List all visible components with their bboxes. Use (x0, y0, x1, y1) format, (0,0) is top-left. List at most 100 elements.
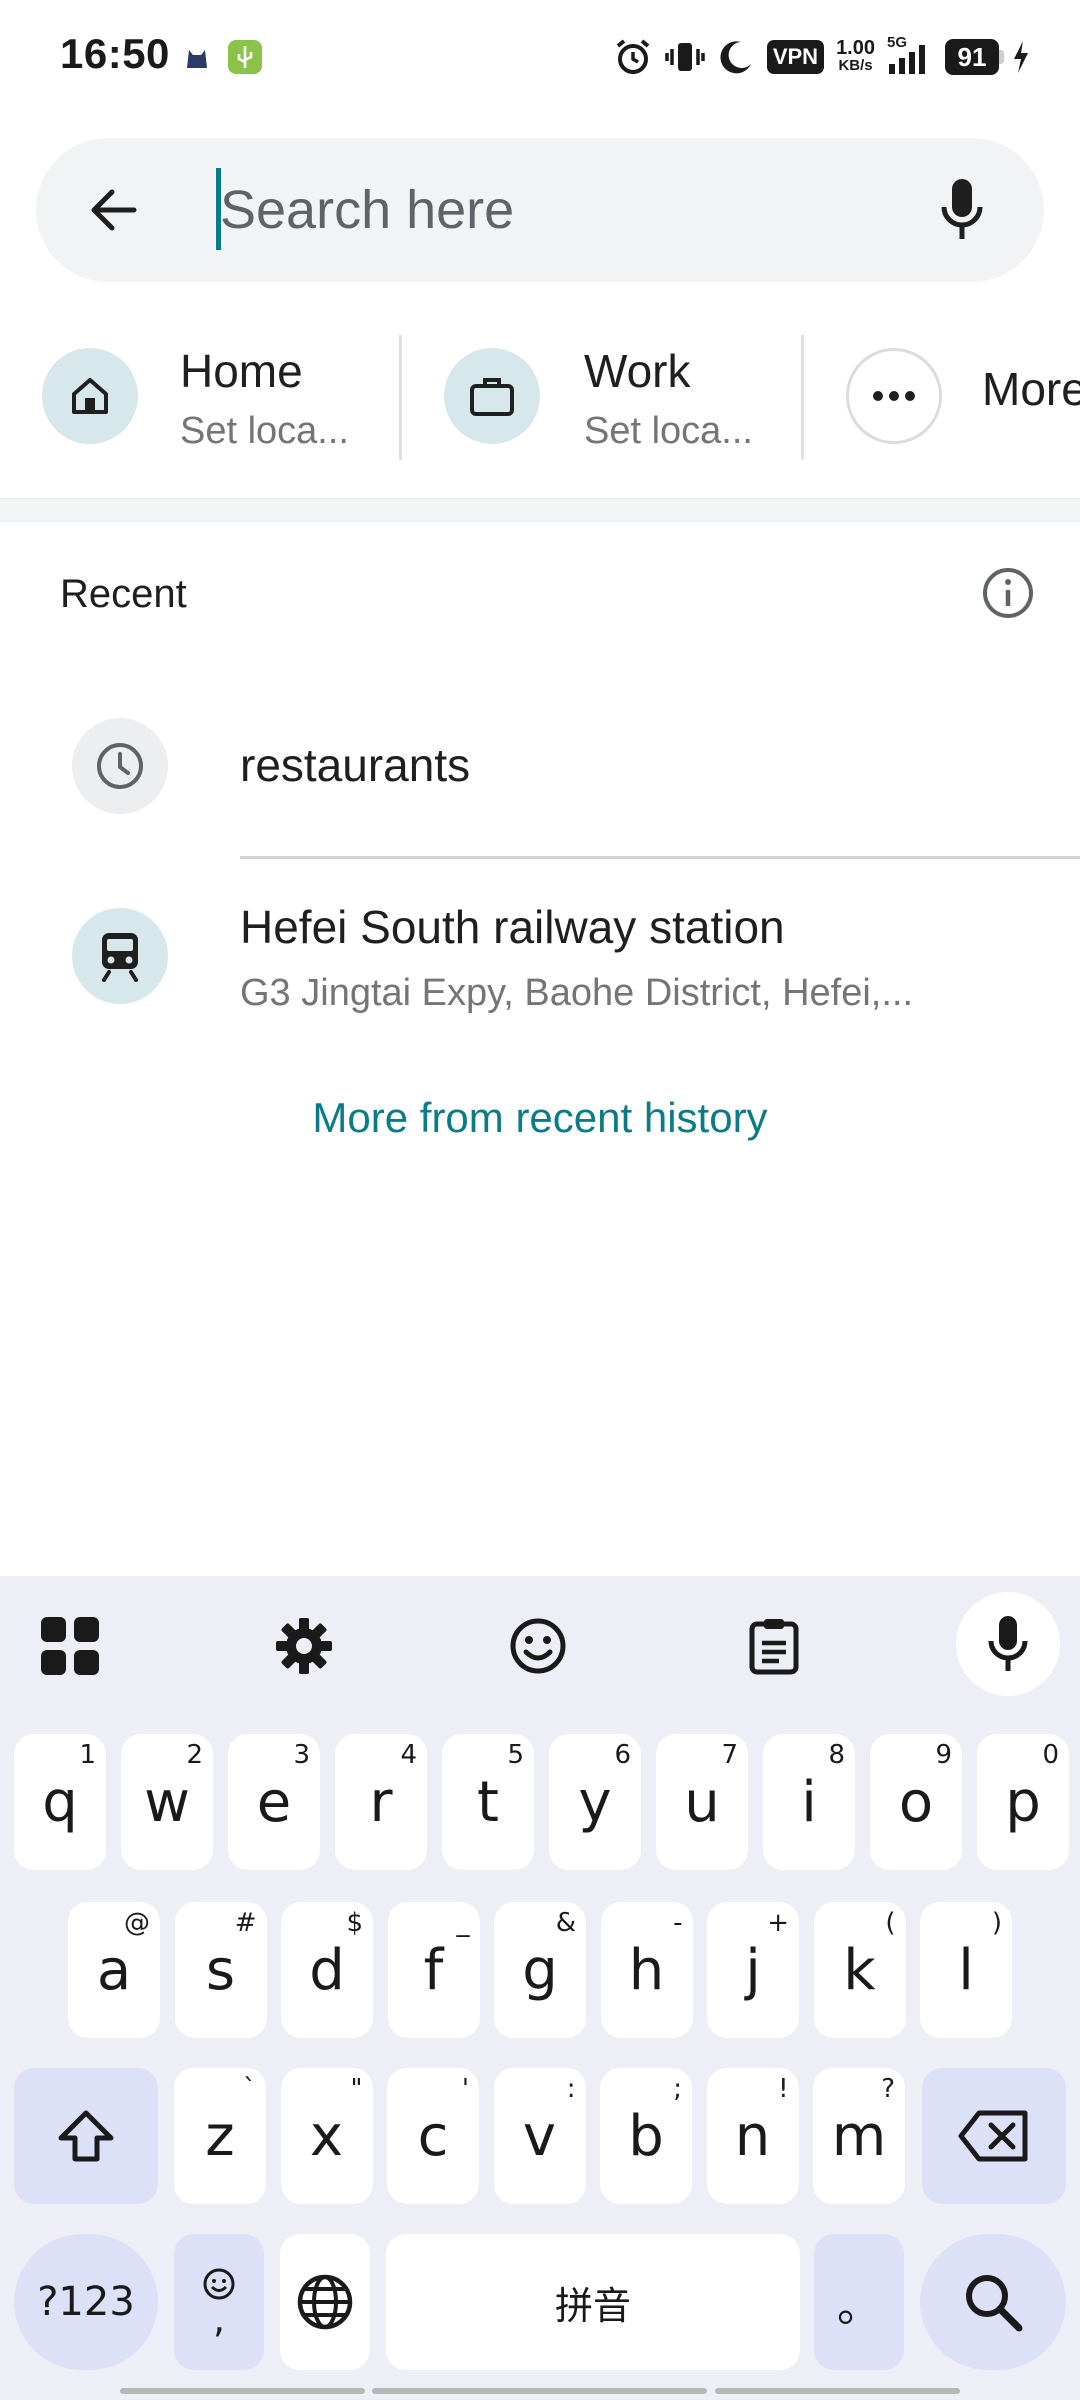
key-u[interactable]: u7 (656, 1734, 748, 1870)
more-icon-circle (846, 348, 942, 444)
key-e[interactable]: e3 (228, 1734, 320, 1870)
key-hint: $ (346, 1908, 363, 1938)
key-a[interactable]: a @ (68, 1902, 160, 2038)
vpn-icon: VPN (766, 40, 825, 74)
key-label: o (898, 1769, 934, 1835)
shortcut-work[interactable]: Work Set loca... (444, 318, 784, 478)
key-l[interactable]: l) (920, 1902, 1012, 2038)
clipboard-button[interactable] (734, 1606, 814, 1686)
train-icon (102, 933, 138, 982)
shortcut-divider (801, 335, 804, 460)
key-m[interactable]: m? (813, 2068, 905, 2204)
key-label: u (684, 1769, 720, 1835)
shortcut-home[interactable]: Home Set loca... (42, 318, 382, 478)
emoji-icon (510, 1618, 566, 1674)
key-s[interactable]: s # (174, 1902, 267, 2038)
text-cursor (216, 168, 221, 250)
backspace-icon (958, 2110, 1028, 2162)
shortcut-divider (399, 335, 402, 460)
status-icons: VPN 1.00 KB/s 5G 91 (613, 32, 1030, 82)
key-label: t (477, 1769, 499, 1835)
battery-icon: 91 (945, 39, 1030, 75)
status-bar: 16:50 VPN 1.00 KB/s 5G 91 (0, 0, 1080, 110)
key-v[interactable]: v: (493, 2068, 586, 2204)
key-label: a (96, 1937, 132, 2003)
key-h[interactable]: h- (600, 1902, 693, 2038)
recent-header: Recent (60, 572, 187, 616)
keyboard-voice-button[interactable] (956, 1592, 1060, 1696)
arrow-back-icon (91, 189, 137, 231)
voice-search-button[interactable] (920, 166, 1004, 254)
recent-item-restaurants[interactable]: restaurants (0, 700, 1080, 860)
recent-item-hefei-south[interactable]: Hefei South railway station G3 Jingtai E… (0, 880, 1080, 1050)
emoji-comma-key[interactable]: , (174, 2234, 264, 2370)
gesture-nav-handle[interactable] (372, 2388, 707, 2394)
key-hint: ) (991, 1908, 1002, 1938)
key-hint: ` (243, 2074, 256, 2104)
shift-key[interactable] (14, 2068, 158, 2204)
key-x[interactable]: x " (280, 2068, 373, 2204)
key-label: q (42, 1769, 78, 1835)
recent-item-title: Hefei South railway station (240, 901, 785, 953)
key-i[interactable]: i8 (763, 1734, 855, 1870)
key-p[interactable]: p0 (977, 1734, 1069, 1870)
key-j[interactable]: j + (707, 1902, 799, 2038)
shortcut-more[interactable]: More (846, 318, 1080, 478)
language-key[interactable] (280, 2234, 370, 2370)
emoji-button[interactable] (498, 1606, 578, 1686)
key-k[interactable]: k( (813, 1902, 906, 2038)
shortcut-work-title: Work (584, 345, 691, 397)
key-y[interactable]: y6 (549, 1734, 641, 1870)
key-hint: : (566, 2074, 576, 2104)
back-button[interactable] (72, 168, 156, 252)
period-key[interactable]: 。 (814, 2234, 904, 2370)
key-label: s (205, 1937, 236, 2003)
key-label: w (144, 1769, 190, 1835)
key-f[interactable]: f _ (387, 1902, 480, 2038)
key-n[interactable]: n! (706, 2068, 799, 2204)
status-time: 16:50 (60, 30, 170, 77)
keyboard-apps-button[interactable] (30, 1606, 110, 1686)
key-hint: 1 (79, 1740, 96, 1770)
key-d[interactable]: d $ (281, 1902, 373, 2038)
microphone-icon (941, 179, 983, 239)
key-label: f (423, 1937, 444, 2003)
key-hint: 6 (614, 1740, 631, 1770)
list-divider (240, 856, 1080, 859)
vibrate-icon (665, 37, 705, 77)
key-label: h (628, 1937, 665, 2003)
gesture-nav-handle[interactable] (120, 2388, 365, 2394)
key-q[interactable]: q1 (14, 1734, 106, 1870)
key-t[interactable]: t5 (442, 1734, 534, 1870)
cat-app-notification-icon (180, 40, 214, 74)
key-r[interactable]: r4 (335, 1734, 427, 1870)
key-hint: ! (778, 2074, 789, 2104)
key-c[interactable]: c ' (387, 2068, 479, 2204)
history-icon-circle (72, 718, 168, 814)
battery-level: 91 (945, 39, 999, 75)
key-hint: 4 (400, 1740, 417, 1770)
smiley-icon (203, 2268, 235, 2300)
key-hint: - (673, 1908, 683, 1938)
keyboard-settings-button[interactable] (264, 1606, 344, 1686)
gesture-nav-handle[interactable] (715, 2388, 960, 2394)
info-icon (983, 568, 1033, 618)
key-w[interactable]: w2 (121, 1734, 213, 1870)
key-g[interactable]: g & (494, 1902, 586, 2038)
key-z[interactable]: z ` (174, 2068, 266, 2204)
shortcut-work-subtitle: Set loca... (584, 410, 753, 452)
space-key[interactable]: 拼音 (386, 2234, 800, 2370)
search-bar (36, 138, 1044, 282)
key-o[interactable]: o9 (870, 1734, 962, 1870)
more-recent-history-link[interactable]: More from recent history (0, 1094, 1080, 1142)
key-b[interactable]: b; (600, 2068, 692, 2204)
home-icon (72, 378, 108, 414)
symbols-key[interactable]: ?123 (14, 2234, 158, 2370)
recent-item-title: restaurants (240, 739, 471, 791)
shortcut-home-title: Home (180, 345, 303, 397)
backspace-key[interactable] (922, 2068, 1066, 2204)
search-input[interactable] (216, 160, 916, 260)
history-icon (97, 743, 143, 789)
search-action-key[interactable] (920, 2234, 1066, 2370)
recent-info-button[interactable] (975, 560, 1041, 626)
